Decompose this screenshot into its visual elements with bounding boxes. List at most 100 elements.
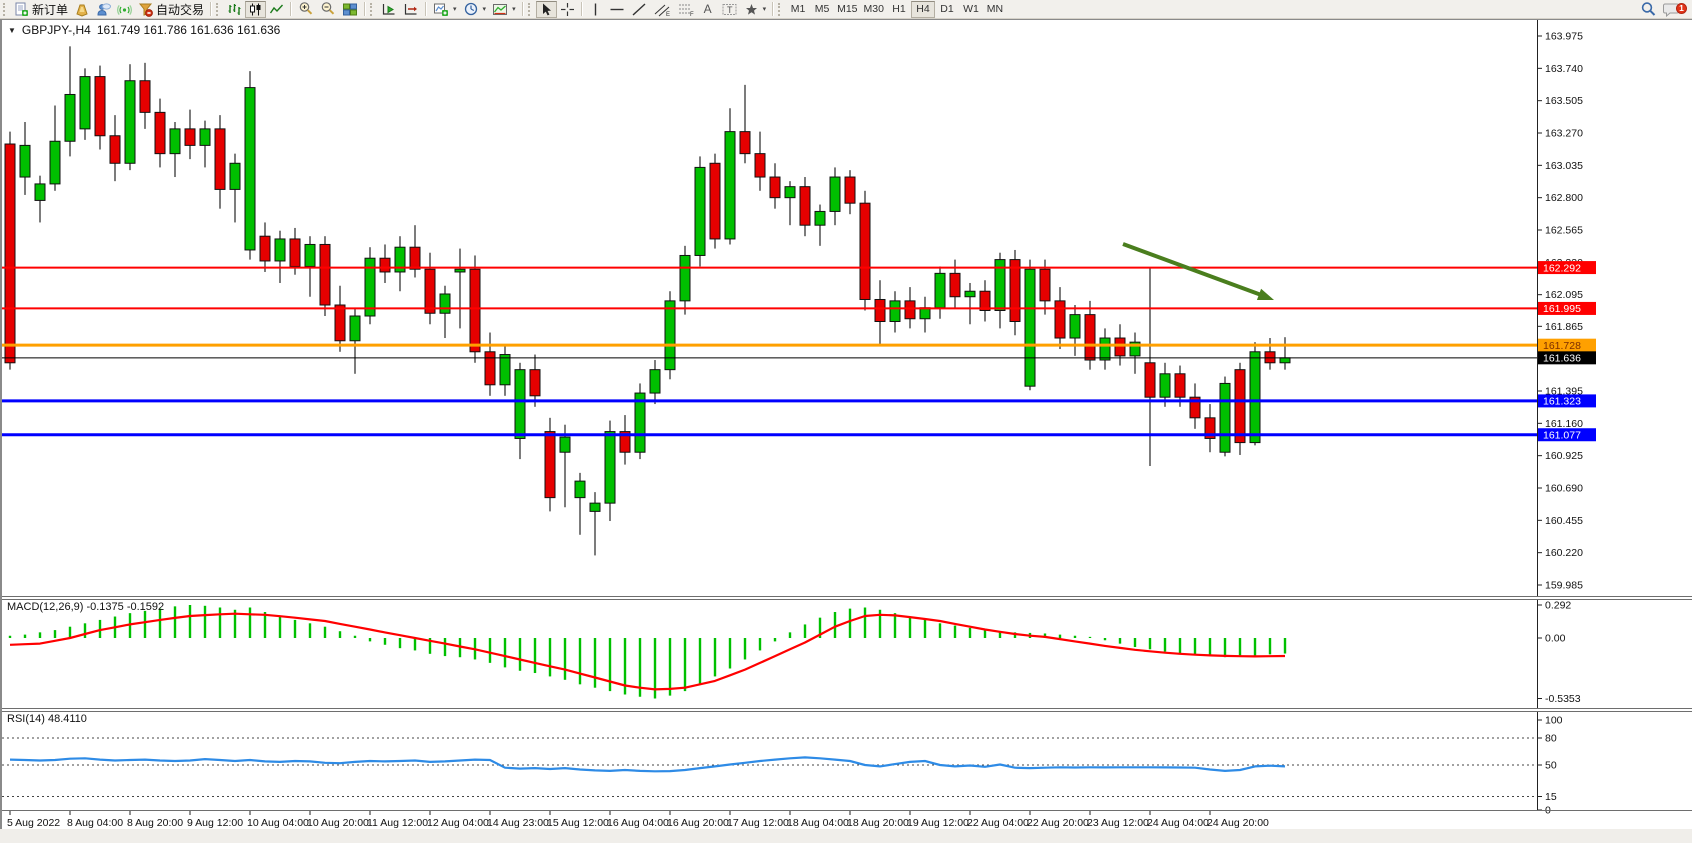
bar-chart-button[interactable] — [224, 1, 245, 18]
candle-body — [905, 301, 915, 319]
text-tool-button[interactable]: A — [698, 1, 718, 18]
autotrading-button[interactable]: 自动交易 — [135, 1, 207, 18]
price-tag-label: 161.995 — [1543, 303, 1581, 315]
auto-scroll-button[interactable] — [378, 1, 400, 18]
candle-body — [170, 129, 180, 154]
notifications-button[interactable]: 1 — [1660, 1, 1684, 18]
zoom-out-button[interactable] — [317, 1, 339, 18]
candle-body — [695, 167, 705, 255]
period-button-m30[interactable]: M30 — [861, 1, 887, 18]
depth-button[interactable] — [92, 1, 114, 18]
time-tick-label: 10 Aug 04:00 — [247, 817, 309, 829]
vertical-line-icon — [589, 2, 602, 17]
chart-window: 163.975163.740163.505163.270163.035162.8… — [0, 19, 1692, 829]
arrows-tool-button[interactable]: ▾ — [741, 1, 770, 18]
vertical-line-tool-button[interactable] — [586, 1, 606, 18]
candle-body — [965, 291, 975, 297]
price-tag-label: 161.636 — [1543, 353, 1581, 365]
signal-button[interactable] — [114, 1, 135, 18]
tile-windows-button[interactable] — [339, 1, 361, 18]
candle-body — [65, 94, 75, 141]
gold-button[interactable] — [71, 1, 92, 18]
toolbar-separator — [772, 2, 774, 16]
notification-badge: 1 — [1676, 3, 1687, 14]
rsi-axis-label: 100 — [1545, 715, 1563, 727]
time-tick-label: 15 Aug 12:00 — [547, 817, 609, 829]
candlestick-chart-button[interactable] — [245, 1, 266, 18]
zoom-in-icon — [298, 1, 314, 17]
candle-body — [650, 370, 660, 393]
price-tag-label: 161.077 — [1543, 430, 1581, 442]
candle-body — [440, 294, 450, 313]
macd-axis-label: 0.292 — [1545, 600, 1571, 612]
chart-ohlc-values: 161.749 161.786 161.636 161.636 — [97, 23, 281, 37]
candle-body — [1055, 301, 1065, 338]
candle-body — [1265, 352, 1275, 363]
candle-body — [185, 129, 195, 146]
time-tick-label: 23 Aug 12:00 — [1087, 817, 1149, 829]
horizontal-lines[interactable]: 162.292161.995161.728161.636161.323161.0… — [2, 261, 1596, 441]
fibonacci-tool-button[interactable]: F — [674, 1, 698, 18]
time-axis[interactable]: 5 Aug 20228 Aug 04:008 Aug 20:009 Aug 12… — [7, 811, 1269, 829]
svg-text:F: F — [690, 12, 694, 17]
period-button-m5[interactable]: M5 — [810, 1, 834, 18]
signal-icon — [117, 2, 132, 17]
label-tool-button[interactable]: T — [718, 1, 741, 18]
cloud-user-icon — [95, 2, 111, 17]
search-icon — [1640, 1, 1657, 18]
candle-body — [710, 163, 720, 239]
auto-scroll-icon — [381, 2, 397, 17]
rsi-axis-label: 80 — [1545, 733, 1557, 745]
candle-body — [740, 132, 750, 154]
text-label-icon: T — [721, 2, 738, 17]
time-tick-label: 8 Aug 20:00 — [127, 817, 183, 829]
candle-body — [1175, 374, 1185, 397]
tile-windows-icon — [342, 2, 358, 17]
candle-body — [1100, 338, 1110, 360]
horizontal-line-tool-button[interactable] — [606, 1, 628, 18]
candle-body — [1040, 269, 1050, 301]
trendline-tool-button[interactable] — [628, 1, 650, 18]
time-tick-label: 9 Aug 12:00 — [187, 817, 243, 829]
macd-indicator-label: MACD(12,26,9) -0.1375 -0.1592 — [7, 601, 164, 613]
period-button-w1[interactable]: W1 — [959, 1, 983, 18]
candle-body — [800, 187, 810, 226]
period-button-h1[interactable]: H1 — [887, 1, 911, 18]
price-tick-label: 163.740 — [1545, 63, 1583, 75]
status-bar — [0, 829, 1692, 843]
line-chart-button[interactable] — [266, 1, 287, 18]
cursor-tool-button[interactable] — [536, 1, 557, 18]
trend-arrow-annotation[interactable] — [1123, 244, 1274, 300]
cursor-icon — [539, 2, 554, 17]
chart-canvas[interactable]: 163.975163.740163.505163.270163.035162.8… — [2, 19, 1692, 829]
templates-button[interactable]: ▾ — [489, 1, 519, 18]
candle-body — [605, 432, 615, 504]
shift-chart-button[interactable] — [400, 1, 422, 18]
line-chart-icon — [269, 2, 284, 17]
time-tick-label: 8 Aug 04:00 — [67, 817, 123, 829]
period-button-m1[interactable]: M1 — [786, 1, 810, 18]
toolbar-separator — [425, 2, 427, 16]
period-button-m15[interactable]: M15 — [834, 1, 860, 18]
period-button-d1[interactable]: D1 — [935, 1, 959, 18]
chevron-down-icon: ▾ — [763, 5, 767, 13]
zoom-in-button[interactable] — [295, 1, 317, 18]
arrow-shapes-icon — [744, 2, 759, 17]
period-button-mn[interactable]: MN — [983, 1, 1007, 18]
gold-badge-icon — [74, 2, 89, 17]
search-button[interactable] — [1637, 1, 1660, 18]
candle-body — [35, 184, 45, 201]
indicators-button[interactable]: ▾ — [430, 1, 460, 18]
equidistant-channel-icon: E — [653, 2, 671, 17]
toolbar-separator — [522, 2, 524, 16]
one-click-dropdown-icon[interactable]: ▼ — [8, 26, 16, 35]
channel-tool-button[interactable]: E — [650, 1, 674, 18]
toolbar-separator — [364, 2, 366, 16]
rsi-line — [10, 757, 1285, 771]
periods-button[interactable]: ▾ — [460, 1, 490, 18]
period-button-h4[interactable]: H4 — [911, 1, 935, 18]
new-order-button[interactable]: 新订单 — [11, 1, 71, 18]
candle-body — [770, 177, 780, 198]
time-tick-label: 12 Aug 04:00 — [427, 817, 489, 829]
crosshair-tool-button[interactable] — [557, 1, 578, 18]
